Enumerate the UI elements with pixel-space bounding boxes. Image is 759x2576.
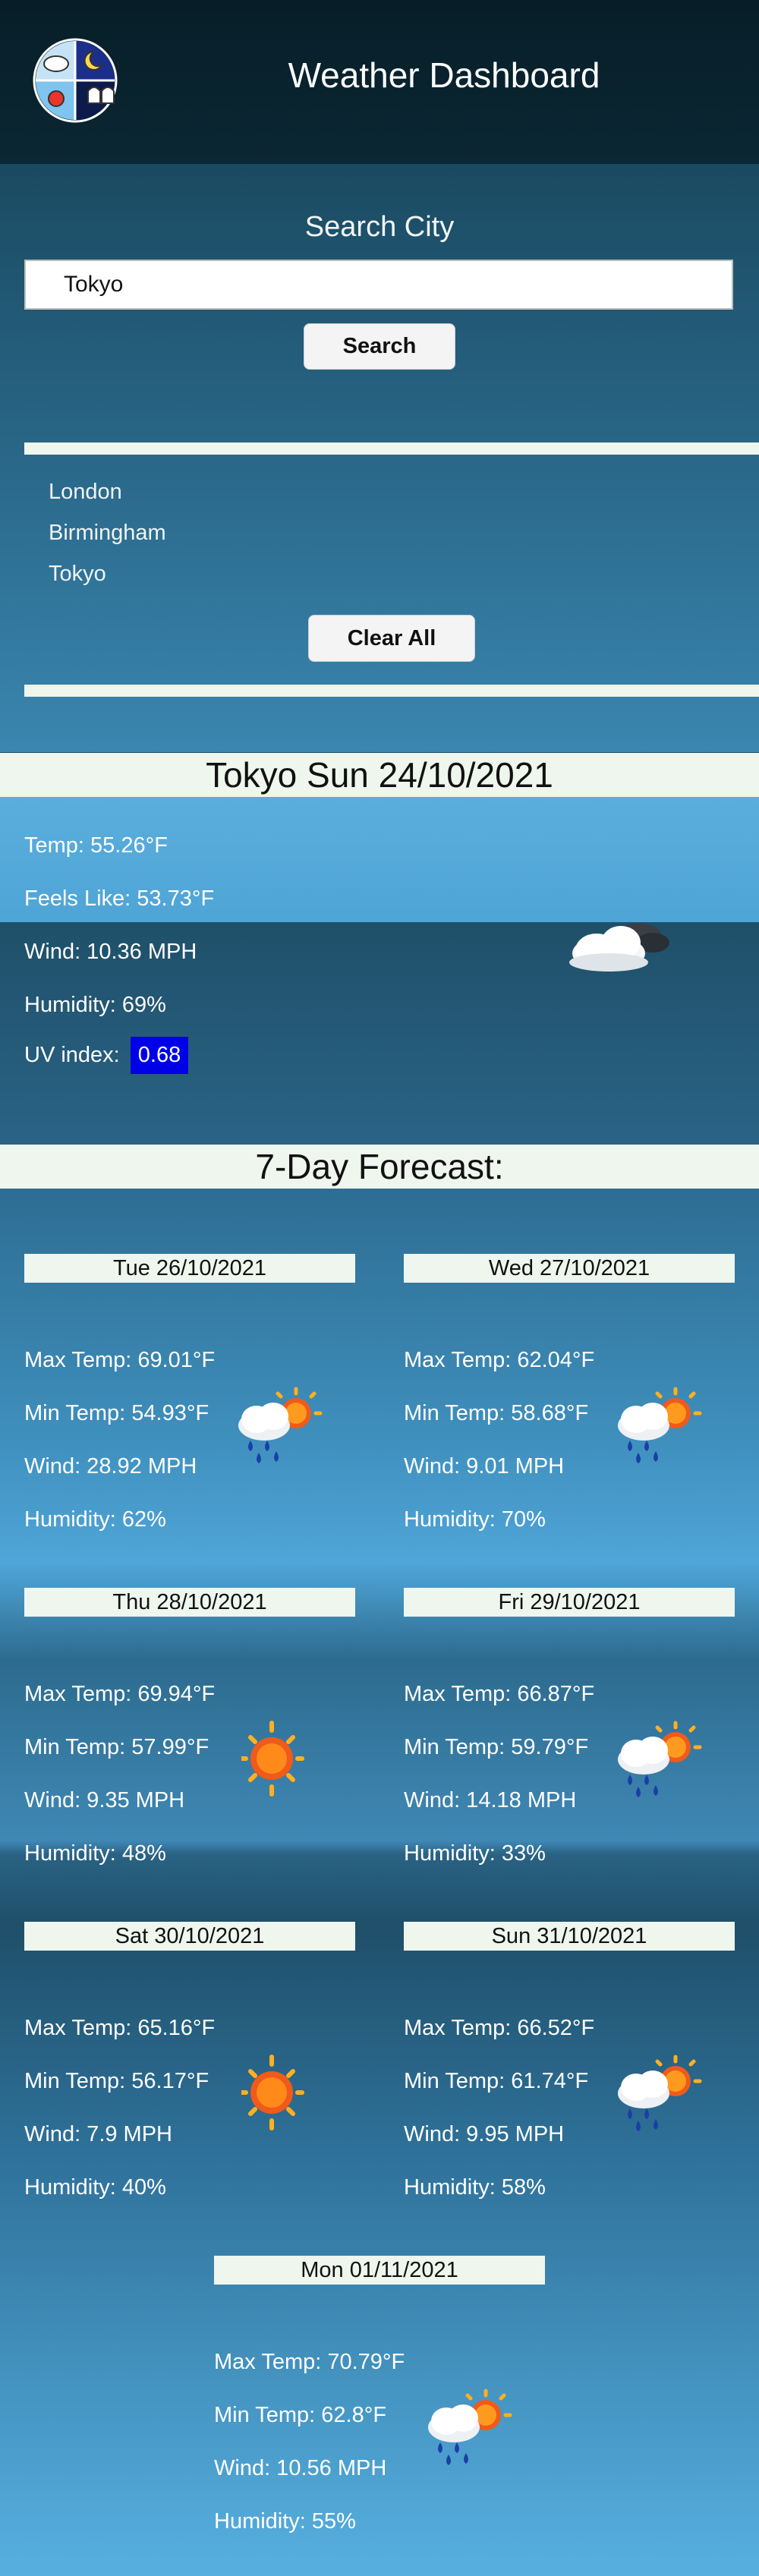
forecast-wind: Wind: 9.01 MPH xyxy=(404,1454,565,1479)
forecast-day-date: Tue 26/10/2021 xyxy=(24,1254,355,1283)
history-divider-bottom xyxy=(24,685,759,697)
forecast-humidity: Humidity: 48% xyxy=(24,1841,166,1866)
forecast-max-temp: Max Temp: 66.87°F xyxy=(404,1682,595,1706)
rain-sun-icon xyxy=(618,1721,702,1797)
current-temp: Temp: 55.26°F xyxy=(24,833,168,858)
forecast-day-date: Sat 30/10/2021 xyxy=(24,1922,355,1951)
forecast-max-temp: Max Temp: 62.04°F xyxy=(404,1348,595,1372)
forecast-humidity: Humidity: 62% xyxy=(24,1507,166,1532)
forecast-wind: Wind: 14.18 MPH xyxy=(404,1788,577,1812)
forecast-humidity: Humidity: 55% xyxy=(214,2509,356,2533)
forecast-min-temp: Min Temp: 56.17°F xyxy=(24,2069,209,2093)
forecast-humidity: Humidity: 40% xyxy=(24,2175,166,2200)
forecast-min-temp: Min Temp: 57.99°F xyxy=(24,1735,209,1759)
forecast-min-temp: Min Temp: 61.74°F xyxy=(404,2069,589,2093)
current-feels-like: Feels Like: 53.73°F xyxy=(24,886,215,911)
forecast-day-date: Sun 31/10/2021 xyxy=(404,1922,735,1951)
city-search-input[interactable] xyxy=(24,260,733,310)
forecast-max-temp: Max Temp: 69.94°F xyxy=(24,1682,216,1706)
forecast-wind: Wind: 28.92 MPH xyxy=(24,1454,197,1479)
current-wind: Wind: 10.36 MPH xyxy=(24,940,197,964)
forecast-wind: Wind: 9.35 MPH xyxy=(24,1788,185,1812)
forecast-max-temp: Max Temp: 69.01°F xyxy=(24,1348,216,1372)
forecast-wind: Wind: 10.56 MPH xyxy=(214,2456,387,2480)
forecast-wind: Wind: 7.9 MPH xyxy=(24,2122,172,2146)
forecast-wind: Wind: 9.95 MPH xyxy=(404,2122,565,2146)
forecast-min-temp: Min Temp: 59.79°F xyxy=(404,1735,589,1759)
forecast-humidity: Humidity: 58% xyxy=(404,2175,546,2200)
history-item-london[interactable]: London xyxy=(49,480,122,505)
forecast-max-temp: Max Temp: 66.52°F xyxy=(404,2016,595,2040)
rain-sun-icon xyxy=(618,1387,702,1463)
partly-cloudy-night-icon xyxy=(569,923,669,972)
weather-logo-icon xyxy=(33,38,118,123)
sun-icon xyxy=(241,1721,304,1797)
rain-sun-icon xyxy=(618,2055,702,2131)
forecast-day-date: Fri 29/10/2021 xyxy=(404,1588,735,1617)
sun-icon xyxy=(241,2055,304,2130)
forecast-humidity: Humidity: 70% xyxy=(404,1507,546,1532)
history-divider-top xyxy=(24,442,759,455)
forecast-min-temp: Min Temp: 58.68°F xyxy=(404,1401,589,1425)
uv-value-badge: 0.68 xyxy=(130,1037,189,1074)
history-item-tokyo[interactable]: Tokyo xyxy=(49,562,106,587)
search-button[interactable]: Search xyxy=(304,323,455,370)
forecast-heading: 7-Day Forecast: xyxy=(0,1145,759,1189)
forecast-max-temp: Max Temp: 70.79°F xyxy=(214,2350,405,2374)
forecast-day-date: Thu 28/10/2021 xyxy=(24,1588,355,1617)
current-uv: UV index: 0.68 xyxy=(24,1037,189,1074)
forecast-min-temp: Min Temp: 54.93°F xyxy=(24,1401,209,1425)
search-section xyxy=(0,164,759,752)
app-title: Weather Dashboard xyxy=(288,55,600,95)
forecast-humidity: Humidity: 33% xyxy=(404,1841,546,1866)
rain-sun-icon xyxy=(238,1387,323,1463)
rain-sun-icon xyxy=(428,2389,512,2465)
history-item-birmingham[interactable]: Birmingham xyxy=(49,521,166,546)
forecast-day-date: Mon 01/11/2021 xyxy=(214,2256,545,2285)
forecast-min-temp: Min Temp: 62.8°F xyxy=(214,2403,387,2427)
uv-label: UV index: xyxy=(24,1043,120,1067)
search-title: Search City xyxy=(304,211,455,243)
current-humidity: Humidity: 69% xyxy=(24,993,166,1017)
forecast-max-temp: Max Temp: 65.16°F xyxy=(24,2016,216,2040)
forecast-day-date: Wed 27/10/2021 xyxy=(404,1254,735,1283)
clear-all-button[interactable]: Clear All xyxy=(308,615,475,662)
app-header: Weather Dashboard xyxy=(0,0,759,164)
current-weather-heading: Tokyo Sun 24/10/2021 xyxy=(0,753,759,797)
